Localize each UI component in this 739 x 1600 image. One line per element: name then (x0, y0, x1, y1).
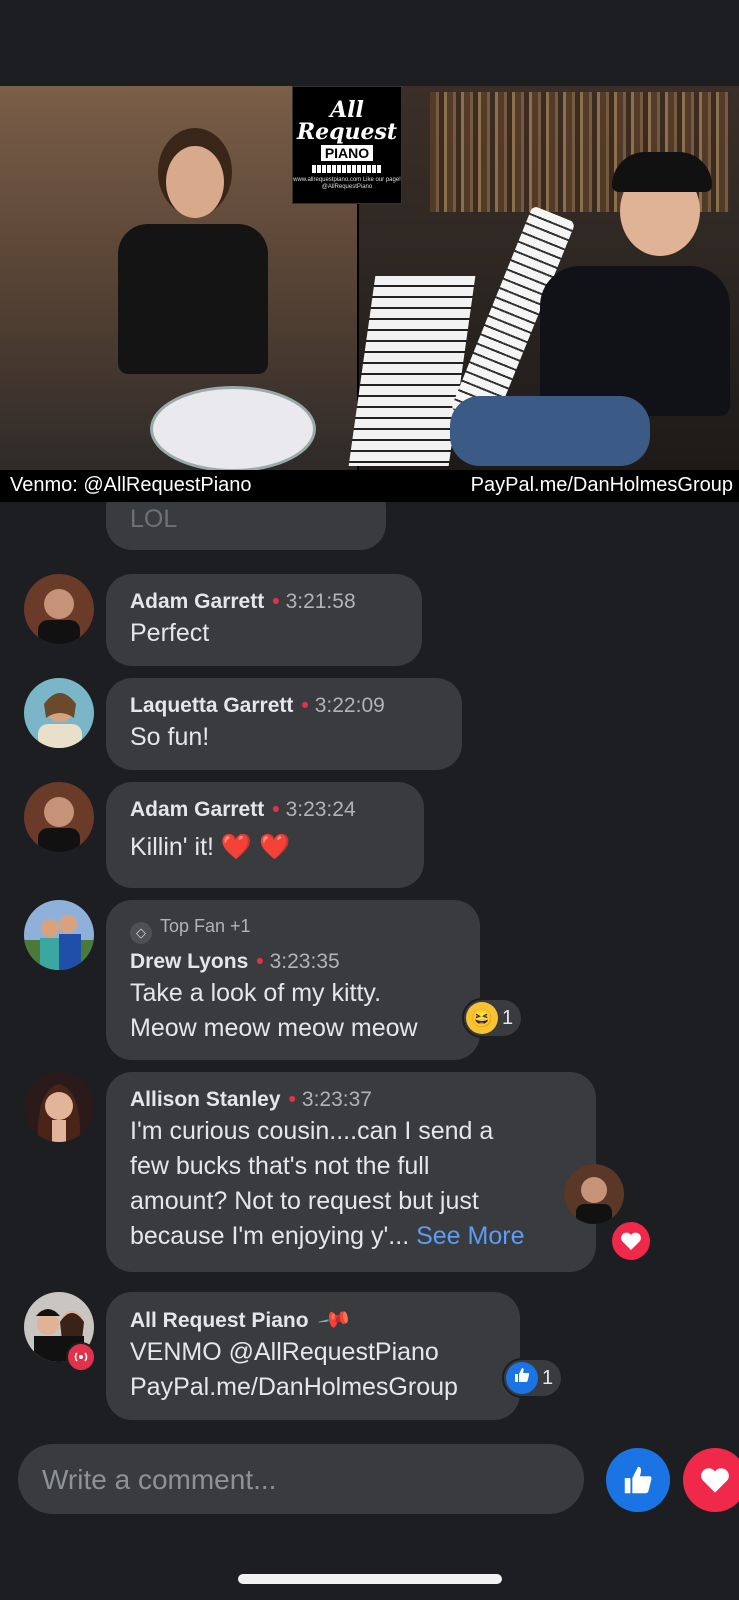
separator-dot: • (272, 798, 280, 821)
separator-dot: • (256, 950, 264, 973)
badge-text: Top Fan +1 (160, 916, 251, 936)
comment-text-line: VENMO @AllRequestPiano (130, 1338, 439, 1366)
comment-header: Allison Stanley • 3:23:37 (130, 1086, 572, 1114)
snare-drum (150, 386, 316, 472)
heart-reaction-icon[interactable] (612, 1222, 650, 1260)
see-more-link[interactable]: See More (416, 1222, 524, 1250)
like-button[interactable] (606, 1448, 670, 1512)
comment-text: Killin' it! ❤️ ❤️ (130, 833, 291, 861)
comment-text-line: because I'm enjoying y'... See More (130, 1219, 572, 1254)
reaction-count: 1 (502, 1006, 514, 1029)
comment-text: LOL (130, 505, 178, 533)
live-broadcast-icon (66, 1342, 96, 1372)
video-caption-bar: Venmo: @AllRequestPiano PayPal.me/DanHol… (0, 470, 739, 502)
diamond-icon: ◇ (130, 922, 152, 944)
comment-text-line: few bucks that's not the full (130, 1152, 430, 1180)
comment-time[interactable]: 3:23:37 (302, 1088, 372, 1111)
commenter-name[interactable]: Adam Garrett (130, 590, 264, 613)
comment-bubble[interactable]: Adam Garrett • 3:23:24 Killin' it! ❤️ ❤️ (106, 782, 424, 888)
avatar[interactable] (24, 782, 94, 852)
commenter-name[interactable]: Adam Garrett (130, 798, 264, 821)
comment-bubble[interactable]: Allison Stanley • 3:23:37 I'm curious cous… (106, 1072, 596, 1272)
like-reaction-icon (506, 1362, 538, 1394)
avatar[interactable] (24, 1072, 94, 1142)
comment-bubble[interactable]: LOL (106, 502, 386, 550)
comment-bubble[interactable]: All Request Piano 📌 VENMO @AllRequestPian… (106, 1292, 520, 1420)
paypal-caption: PayPal.me/DanHolmesGroup (470, 474, 733, 496)
status-bar-area (0, 0, 739, 86)
pianist-figure (450, 146, 730, 466)
comment-input[interactable] (40, 1444, 566, 1516)
comment-header: Adam Garrett • 3:21:58 (130, 588, 398, 616)
reaction-count: 1 (542, 1366, 554, 1389)
pin-icon: 📌 (316, 1301, 353, 1338)
commenter-name[interactable]: Drew Lyons (130, 950, 248, 973)
logo-small-text: www.allrequestpiano.com Like our page! @… (293, 177, 401, 190)
comment-text: So fun! (130, 723, 210, 751)
avatar[interactable] (24, 678, 94, 748)
venmo-caption: Venmo: @AllRequestPiano (10, 474, 252, 496)
separator-dot: • (288, 1088, 296, 1111)
comment-bubble[interactable]: ◇ Top Fan +1 Drew Lyons • 3:23:35 Take a lo… (106, 900, 480, 1060)
live-video-player[interactable]: All Request PIANO www.allrequestpiano.co… (0, 86, 739, 502)
comment-composer[interactable] (18, 1444, 584, 1516)
truncated-text: because I'm enjoying y'... (130, 1222, 410, 1250)
comment-header: All Request Piano 📌 (130, 1301, 496, 1337)
comment-time[interactable]: 3:23:35 (270, 950, 340, 973)
love-button[interactable] (683, 1448, 739, 1512)
avatar[interactable] (24, 900, 94, 970)
comment-text-line: Take a look of my kitty. (130, 979, 382, 1007)
comment-text-line: Meow meow meow meow (130, 1014, 418, 1042)
reply-avatar[interactable] (564, 1164, 624, 1224)
comment-text-line: PayPal.me/DanHolmesGroup (130, 1373, 458, 1401)
commenter-name[interactable]: Allison Stanley (130, 1088, 281, 1111)
separator-dot: • (301, 694, 309, 717)
comment-header: Laquetta Garrett • 3:22:09 (130, 692, 438, 720)
reaction-summary[interactable]: 😆 1 (462, 998, 524, 1038)
thumbs-up-icon (624, 1466, 652, 1494)
comment-time[interactable]: 3:21:58 (286, 590, 356, 613)
comment-header: Adam Garrett • 3:23:24 (130, 796, 400, 824)
commenter-name[interactable]: All Request Piano (130, 1309, 309, 1332)
comment-text-line: I'm curious cousin....can I send a (130, 1117, 494, 1145)
all-request-piano-logo: All Request PIANO www.allrequestpiano.co… (292, 86, 402, 204)
logo-line3: PIANO (320, 145, 374, 161)
home-indicator[interactable] (238, 1574, 502, 1584)
reaction-summary[interactable]: 1 (502, 1358, 564, 1398)
laugh-reaction-icon: 😆 (466, 1002, 498, 1034)
comment-bubble[interactable]: Laquetta Garrett • 3:22:09 So fun! (106, 678, 462, 770)
avatar[interactable] (24, 574, 94, 644)
commenter-name[interactable]: Laquetta Garrett (130, 694, 293, 717)
logo-keyboard-graphic (312, 165, 382, 173)
comment-time[interactable]: 3:22:09 (315, 694, 385, 717)
top-fan-badge[interactable]: ◇ Top Fan +1 (130, 914, 456, 944)
comment-time[interactable]: 3:23:24 (286, 798, 356, 821)
comment-text: Perfect (130, 619, 210, 647)
comment-header: Drew Lyons • 3:23:35 (130, 948, 456, 976)
logo-line1: All (330, 97, 364, 123)
heart-icon (701, 1468, 729, 1493)
comment-bubble[interactable]: Adam Garrett • 3:21:58 Perfect (106, 574, 422, 666)
separator-dot: • (272, 590, 280, 613)
logo-line2: Request (296, 119, 398, 145)
comment-text-line: amount? Not to request but just (130, 1187, 479, 1215)
comment-list[interactable]: LOL Adam Garrett • 3:21:58 Perfect Laquett… (0, 502, 739, 1422)
